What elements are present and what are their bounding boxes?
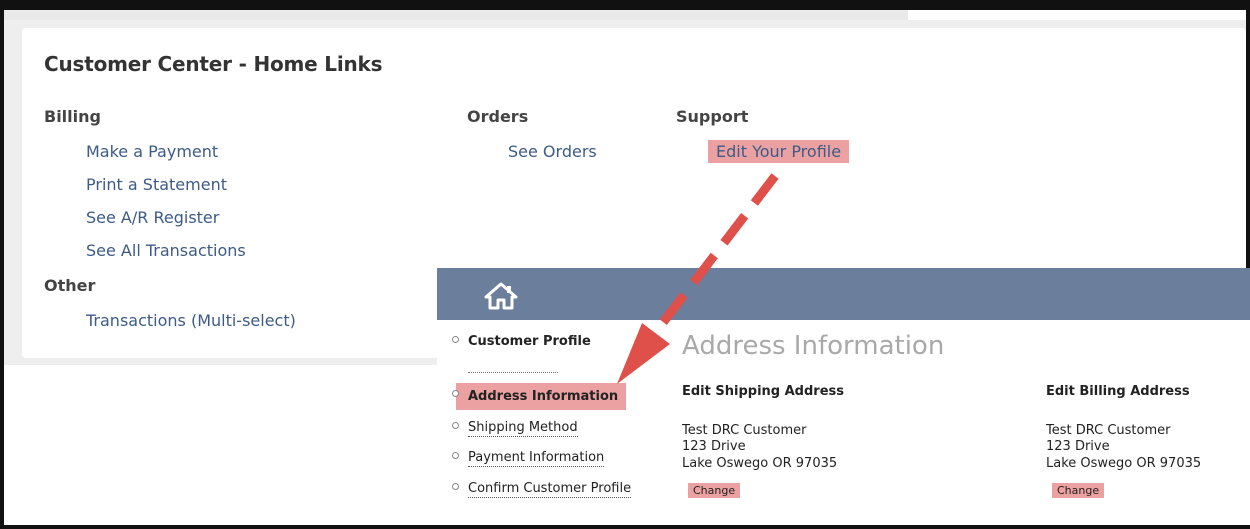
transactions-multiselect-link[interactable]: Transactions (Multi-select) [86, 311, 296, 330]
billing-name: Test DRC Customer [1046, 423, 1171, 438]
make-payment-link[interactable]: Make a Payment [86, 142, 218, 161]
bullet-icon [452, 452, 459, 459]
top-strip [4, 10, 908, 20]
billing-address-heading: Edit Billing Address [1046, 384, 1190, 399]
support-heading: Support [676, 107, 749, 126]
bullet-icon [452, 483, 459, 490]
bullet-icon [452, 390, 459, 397]
sidebar-item-shipping-method[interactable]: Shipping Method [468, 420, 578, 437]
orders-heading: Orders [467, 107, 529, 126]
bullet-icon [452, 422, 459, 429]
billing-city: Lake Oswego OR 97035 [1046, 456, 1202, 471]
card-title: Customer Center - Home Links [44, 52, 383, 76]
bullet-icon [452, 336, 459, 343]
shipping-change-button[interactable]: Change [688, 483, 741, 498]
profile-navbar [437, 268, 1250, 320]
shipping-heading: Edit Shipping Address [682, 384, 844, 399]
sidebar-item-address-information[interactable]: Address Information [468, 389, 618, 404]
print-statement-link[interactable]: Print a Statement [86, 175, 227, 194]
shipping-street: 123 Drive [682, 439, 746, 454]
edit-profile-link[interactable]: Edit Your Profile [708, 140, 850, 163]
other-heading: Other [44, 276, 96, 295]
ar-register-link[interactable]: See A/R Register [86, 208, 219, 227]
billing-change-button[interactable]: Change [1052, 483, 1105, 498]
section-title: Address Information [682, 331, 945, 361]
shipping-city: Lake Oswego OR 97035 [682, 456, 838, 471]
home-icon[interactable] [483, 282, 519, 310]
see-orders-link[interactable]: See Orders [508, 142, 597, 161]
sidebar-item-confirm-profile[interactable]: Confirm Customer Profile [468, 481, 632, 498]
all-transactions-link[interactable]: See All Transactions [86, 241, 246, 260]
sidebar-divider [468, 372, 558, 373]
sidebar-item-payment-information[interactable]: Payment Information [468, 450, 605, 467]
sidebar-item-customer-profile[interactable]: Customer Profile [468, 334, 591, 349]
billing-street: 123 Drive [1046, 439, 1110, 454]
billing-heading: Billing [44, 107, 101, 126]
shipping-name: Test DRC Customer [682, 423, 807, 438]
